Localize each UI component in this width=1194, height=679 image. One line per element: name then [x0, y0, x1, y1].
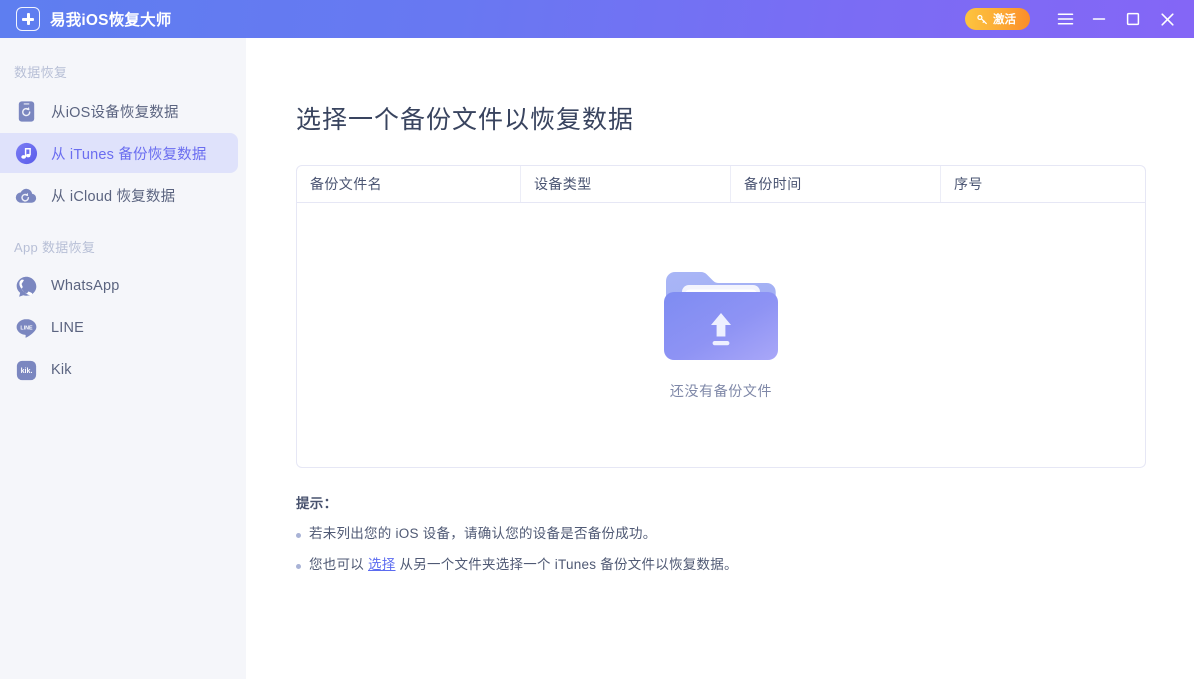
app-logo-plus-icon [16, 7, 40, 31]
table-header-device-type: 设备类型 [521, 166, 731, 202]
sidebar-item-label: 从 iTunes 备份恢复数据 [51, 146, 207, 163]
sidebar-item-icloud[interactable]: 从 iCloud 恢复数据 [0, 175, 238, 215]
tip-text-prefix: 若未列出您的 iOS 设备，请确认您的设备是否备份成功。 [309, 526, 657, 541]
sidebar-section-title-recovery: 数据恢复 [14, 65, 68, 80]
sidebar-item-itunes-backup[interactable]: 从 iTunes 备份恢复数据 [0, 133, 238, 173]
sidebar-item-kik[interactable]: kik. Kik [0, 350, 238, 390]
window-body: 数据恢复 从iOS设备恢复数据 从 iTunes 备份恢复数据 从 iCloud… [0, 38, 1194, 679]
sidebar-section-title-app: App 数据恢复 [14, 240, 96, 255]
sidebar-item-label: Kik [51, 362, 72, 378]
itunes-music-note-icon [15, 142, 38, 164]
tips-title: 提示： [296, 496, 338, 511]
app-brand: 易我iOS恢复大师 [16, 7, 172, 31]
sidebar: 数据恢复 从iOS设备恢复数据 从 iTunes 备份恢复数据 从 iCloud… [0, 38, 246, 679]
tip-text-prefix: 您也可以 [309, 557, 369, 573]
maximize-icon[interactable] [1116, 0, 1150, 38]
kik-icon: kik. [16, 360, 37, 380]
hamburger-menu-icon[interactable] [1048, 0, 1082, 38]
sidebar-item-label: 从iOS设备恢复数据 [51, 104, 179, 121]
table-header-serial: 序号 [954, 176, 983, 192]
activate-button[interactable]: 激活 [965, 8, 1030, 30]
tip-item: 若未列出您的 iOS 设备，请确认您的设备是否备份成功。 [296, 525, 1146, 543]
select-folder-link[interactable]: 选择 [368, 557, 396, 572]
table-body-empty-state: 还没有备份文件 [297, 203, 1145, 467]
app-title: 易我iOS恢复大师 [50, 12, 172, 29]
iphone-restore-icon [18, 100, 35, 122]
sidebar-item-line[interactable]: LINE LINE [0, 308, 238, 348]
sidebar-item-label: 从 iCloud 恢复数据 [51, 188, 176, 205]
sidebar-item-label: WhatsApp [51, 278, 120, 294]
minimize-icon[interactable] [1082, 0, 1116, 38]
tip-text: 您也可以 选择 从另一个文件夹选择一个 iTunes 备份文件以恢复数据。 [309, 556, 738, 574]
page-title: 选择一个备份文件以恢复数据 [296, 106, 635, 134]
table-header-row: 备份文件名 设备类型 备份时间 序号 [297, 166, 1145, 203]
line-icon: LINE [16, 318, 37, 338]
sidebar-item-ios-device[interactable]: 从iOS设备恢复数据 [0, 91, 238, 131]
sidebar-item-whatsapp[interactable]: WhatsApp [0, 266, 238, 306]
bullet-dot-icon [296, 564, 301, 570]
close-icon[interactable] [1150, 0, 1184, 38]
main-content: 选择一个备份文件以恢复数据 备份文件名 设备类型 备份时间 序号 还没有备份文件… [246, 38, 1194, 679]
tip-item: 您也可以 选择 从另一个文件夹选择一个 iTunes 备份文件以恢复数据。 [296, 556, 1146, 574]
whatsapp-icon [16, 276, 37, 297]
key-icon [977, 14, 987, 24]
bullet-dot-icon [296, 533, 301, 538]
empty-state-text: 还没有备份文件 [669, 383, 773, 399]
backup-files-table: 备份文件名 设备类型 备份时间 序号 还没有备份文件 [296, 165, 1146, 468]
svg-text:kik.: kik. [21, 367, 33, 375]
empty-folder-upload-icon [664, 272, 778, 360]
table-header-filename: 备份文件名 [297, 166, 521, 202]
app-window: 易我iOS恢复大师 激活 数据恢复 从iOS设备恢复数据 从 iTunes 备份… [0, 0, 1194, 679]
icloud-restore-icon [15, 188, 37, 203]
table-header-backup-time: 备份时间 [731, 166, 941, 202]
tips-section: 提示： 若未列出您的 iOS 设备，请确认您的设备是否备份成功。 您也可以 选择… [296, 492, 1146, 574]
tip-text-suffix: 从另一个文件夹选择一个 iTunes 备份文件以恢复数据。 [395, 557, 738, 573]
svg-text:LINE: LINE [20, 325, 33, 331]
sidebar-item-label: LINE [51, 320, 85, 336]
tip-text: 若未列出您的 iOS 设备，请确认您的设备是否备份成功。 [309, 525, 657, 543]
titlebar-controls: 激活 [965, 0, 1184, 38]
title-bar: 易我iOS恢复大师 激活 [0, 0, 1194, 38]
activate-label: 激活 [993, 14, 1016, 26]
